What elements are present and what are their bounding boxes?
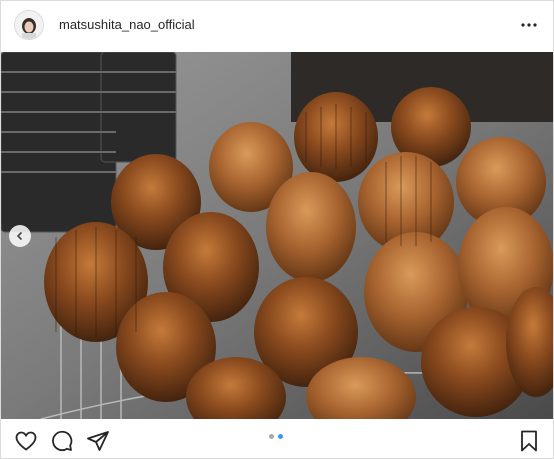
more-options-icon[interactable] <box>519 16 539 34</box>
carousel-dot-active <box>278 434 283 439</box>
chevron-left-icon <box>16 231 23 241</box>
comment-bubble-icon[interactable] <box>50 429 74 453</box>
carousel-indicator <box>269 434 283 439</box>
instagram-post: matsushita_nao_official <box>0 0 554 459</box>
carousel-dot <box>269 434 274 439</box>
username-link[interactable]: matsushita_nao_official <box>59 17 195 32</box>
paper-plane-icon[interactable] <box>86 429 110 453</box>
avatar-image <box>15 11 43 39</box>
bookmark-icon[interactable] <box>517 429 541 453</box>
post-actions-bar <box>1 420 553 458</box>
post-header: matsushita_nao_official <box>1 1 553 51</box>
previous-slide-button[interactable] <box>9 225 31 247</box>
avatar[interactable] <box>14 10 44 40</box>
post-image[interactable] <box>1 52 553 419</box>
heart-icon[interactable] <box>14 429 38 453</box>
